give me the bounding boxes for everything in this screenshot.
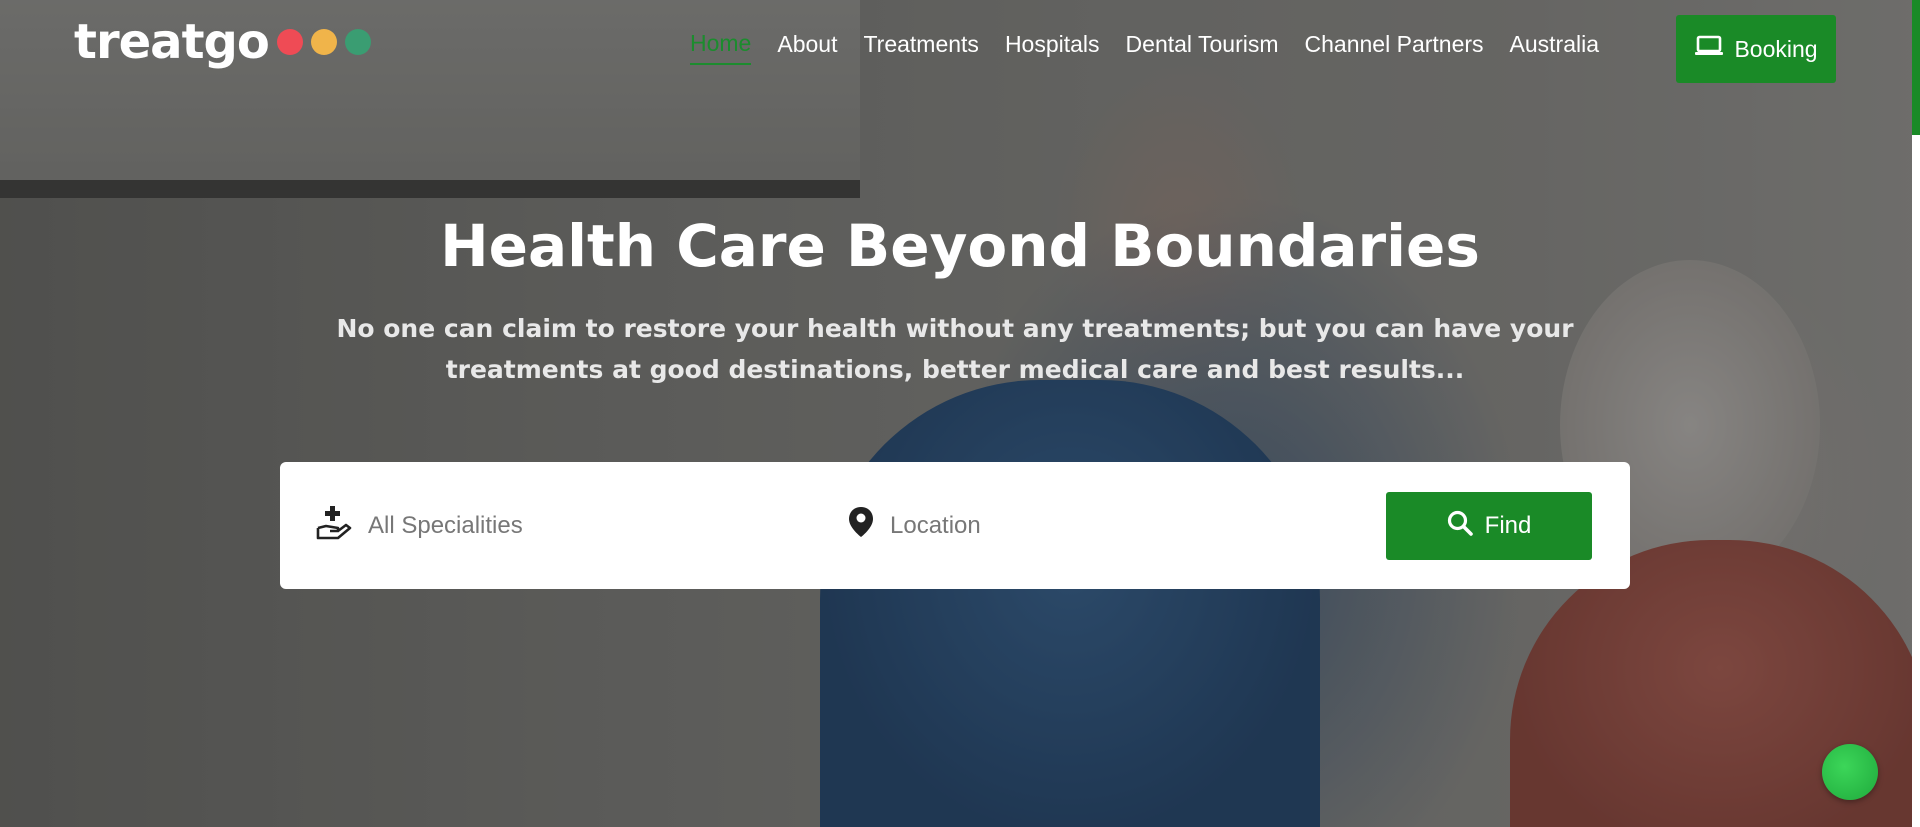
- hero-title: Health Care Beyond Boundaries: [440, 212, 1480, 280]
- brand-logo[interactable]: treatgo: [74, 18, 371, 66]
- location-input[interactable]: Location: [848, 462, 1328, 589]
- location-placeholder: Location: [890, 511, 981, 539]
- hero-overlay: [0, 0, 1920, 827]
- brand-name: treatgo: [74, 14, 270, 70]
- speciality-placeholder: All Specialities: [368, 511, 523, 539]
- brand-dot-red: [276, 29, 303, 55]
- main-nav: Home About Treatments Hospitals Dental T…: [690, 30, 1625, 65]
- search-icon: [1447, 510, 1473, 543]
- booking-label: Booking: [1734, 35, 1818, 62]
- hero-subtitle: No one can claim to restore your health …: [336, 314, 1574, 384]
- booking-button[interactable]: Booking: [1676, 15, 1836, 83]
- find-label: Find: [1484, 512, 1532, 539]
- nav-item-dental-tourism[interactable]: Dental Tourism: [1126, 31, 1279, 64]
- nav-item-home[interactable]: Home: [690, 30, 752, 65]
- brand-dot-yellow: [310, 29, 337, 55]
- nav-item-channel-partners[interactable]: Channel Partners: [1305, 31, 1484, 64]
- site-header: treatgo Home About Treatments Hospitals …: [0, 0, 1920, 100]
- find-button[interactable]: Find: [1386, 492, 1592, 560]
- nav-item-hospitals[interactable]: Hospitals: [1005, 31, 1100, 64]
- nav-item-about[interactable]: About: [777, 31, 837, 64]
- laptop-icon: [1694, 35, 1724, 63]
- brand-dot-green: [344, 29, 371, 55]
- hero-background: [0, 0, 1920, 827]
- chat-widget-button[interactable]: [1822, 744, 1878, 800]
- map-pin-icon: [848, 506, 874, 545]
- scroll-progress: [1912, 0, 1920, 135]
- speciality-select[interactable]: All Specialities: [316, 462, 796, 589]
- nav-item-treatments[interactable]: Treatments: [863, 31, 978, 64]
- hand-plus-icon: [316, 504, 352, 547]
- nav-item-australia[interactable]: Australia: [1510, 31, 1599, 64]
- search-panel: All Specialities Location Find: [280, 462, 1630, 589]
